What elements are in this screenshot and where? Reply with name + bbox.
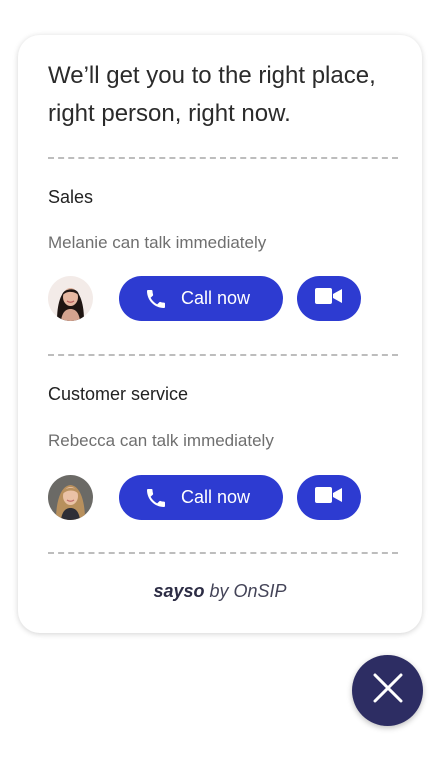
avatar-rebecca-image xyxy=(48,475,93,520)
phone-icon xyxy=(143,485,169,511)
video-camera-icon xyxy=(314,485,344,510)
avatar-melanie xyxy=(48,276,93,321)
widget-headline: We’ll get you to the right place, right … xyxy=(48,62,376,127)
divider xyxy=(48,552,398,554)
close-widget-button[interactable] xyxy=(352,655,423,726)
brand-name: sayso xyxy=(153,581,205,601)
section-title-sales: Sales xyxy=(48,187,94,207)
section-title-customer-service: Customer service xyxy=(48,384,189,404)
chat-widget-card: We’ll get you to the right place, right … xyxy=(18,35,422,633)
avatar-melanie-image xyxy=(48,276,93,321)
video-call-button-sales[interactable] xyxy=(297,276,361,321)
video-call-button-customer-service[interactable] xyxy=(297,475,361,520)
call-now-button-sales[interactable]: Call now xyxy=(119,276,283,321)
agent-status-customer-service: Rebecca can talk immediately xyxy=(48,431,274,450)
close-icon xyxy=(371,671,405,710)
footer-branding: sayso by OnSIP xyxy=(18,581,422,602)
phone-icon xyxy=(143,286,169,312)
divider xyxy=(48,354,398,356)
video-camera-icon xyxy=(314,286,344,311)
divider xyxy=(48,157,398,159)
brand-by-onsip: by OnSIP xyxy=(209,581,287,601)
call-now-label: Call now xyxy=(181,288,251,308)
call-now-button-customer-service[interactable]: Call now xyxy=(119,475,283,520)
agent-status-sales: Melanie can talk immediately xyxy=(48,233,267,252)
call-now-label: Call now xyxy=(181,487,251,507)
avatar-rebecca xyxy=(48,475,93,520)
